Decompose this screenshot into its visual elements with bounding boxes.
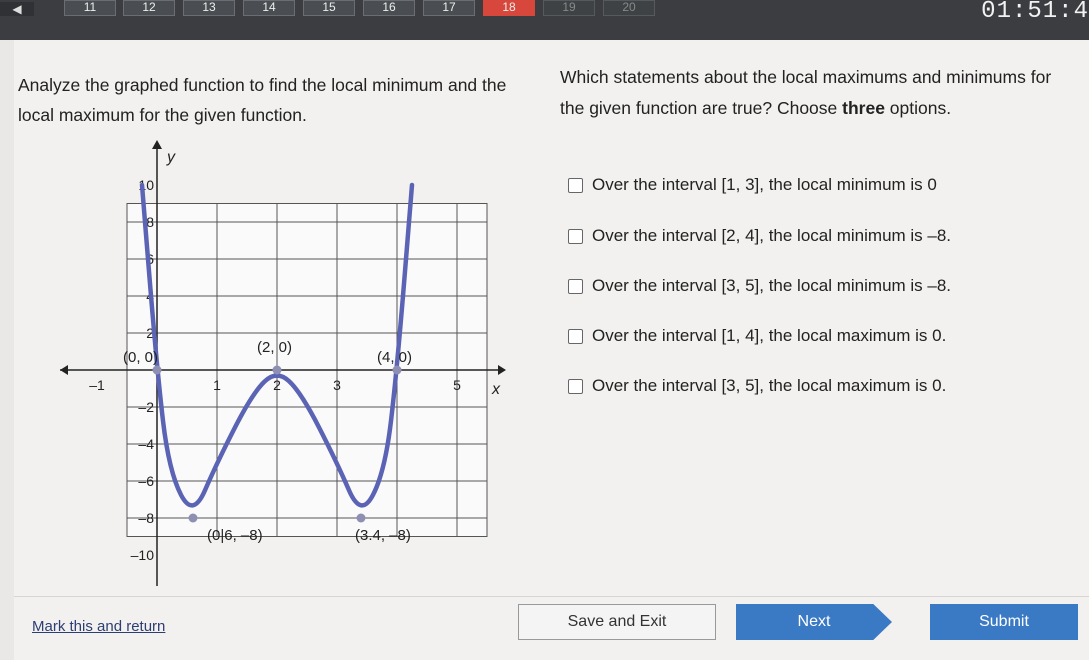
question-19-tab[interactable]: 19 bbox=[543, 0, 595, 16]
checkbox-icon[interactable] bbox=[568, 278, 583, 294]
question-15-tab[interactable]: 15 bbox=[303, 0, 355, 16]
x-tick-label: 3 bbox=[333, 377, 341, 393]
question-14-tab[interactable]: 14 bbox=[243, 0, 295, 16]
y-tick-label: –6 bbox=[138, 473, 154, 489]
x-tick-label: 1 bbox=[213, 377, 221, 393]
x-axis-right-arrow-icon bbox=[498, 365, 506, 375]
question-17-tab[interactable]: 17 bbox=[423, 0, 475, 16]
x-axis-left-arrow-icon bbox=[60, 365, 68, 375]
left-prompt: Analyze the graphed function to find the… bbox=[18, 75, 507, 125]
mark-and-return-link[interactable]: Mark this and return bbox=[32, 618, 165, 635]
option-2[interactable]: Over the interval [2, 4], the local mini… bbox=[568, 226, 951, 246]
option-5-label: Over the interval [3, 5], the local maxi… bbox=[592, 376, 947, 395]
checkbox-icon[interactable] bbox=[568, 177, 583, 193]
right-prompt-text: Which statements about the local maximum… bbox=[560, 67, 1052, 118]
function-graph: –1 1 2 3 5108642–2–4–6–8–10 (0, 0)(2, 0)(4, … bbox=[60, 140, 506, 586]
question-13-tab[interactable]: 13 bbox=[183, 0, 235, 16]
question-11-tab[interactable]: 11 bbox=[64, 0, 116, 16]
question-12-tab[interactable]: 12 bbox=[123, 0, 175, 16]
submit-button[interactable]: Submit bbox=[930, 604, 1078, 640]
y-tick-label: –2 bbox=[138, 399, 154, 415]
timer: 01:51:4 bbox=[981, 0, 1089, 25]
y-tick-label: –10 bbox=[131, 547, 155, 563]
y-axis-label: y bbox=[166, 149, 176, 166]
option-3-label: Over the interval [3, 5], the local mini… bbox=[592, 276, 952, 295]
point-label: (0, 0) bbox=[123, 349, 158, 366]
point-label: (4, 0) bbox=[377, 349, 412, 366]
save-and-exit-button[interactable]: Save and Exit bbox=[518, 604, 716, 640]
point-label: (2, 0) bbox=[257, 339, 292, 356]
checkbox-icon[interactable] bbox=[568, 228, 583, 244]
key-point-marker bbox=[356, 513, 366, 523]
key-point-marker bbox=[392, 365, 402, 375]
question-18-tab[interactable]: 18 bbox=[483, 0, 535, 16]
y-tick-label: –4 bbox=[138, 436, 154, 452]
x-axis-label: x bbox=[491, 381, 501, 398]
y-tick-label: –8 bbox=[138, 510, 154, 526]
key-point-marker bbox=[272, 365, 282, 375]
x-tick-label: –1 bbox=[89, 377, 105, 393]
option-1[interactable]: Over the interval [1, 3], the local mini… bbox=[568, 175, 937, 195]
previous-arrow-glyph: ◀ bbox=[12, 2, 22, 16]
key-point-marker bbox=[188, 513, 198, 523]
next-button[interactable]: Next bbox=[736, 604, 892, 640]
right-prompt: Which statements about the local maximum… bbox=[560, 62, 1060, 124]
point-label: (0|6, –8) bbox=[207, 527, 263, 544]
checkbox-icon[interactable] bbox=[568, 378, 583, 394]
y-axis-up-arrow-icon bbox=[152, 140, 162, 149]
x-tick-label: 2 bbox=[273, 377, 281, 393]
question-20-tab[interactable]: 20 bbox=[603, 0, 655, 16]
footer-divider bbox=[14, 596, 1089, 597]
point-label: (3.4, –8) bbox=[355, 527, 411, 544]
option-2-label: Over the interval [2, 4], the local mini… bbox=[592, 226, 952, 245]
x-tick-label: 5 bbox=[453, 377, 461, 393]
key-point-marker bbox=[152, 365, 162, 375]
checkbox-icon[interactable] bbox=[568, 328, 583, 344]
option-3[interactable]: Over the interval [3, 5], the local mini… bbox=[568, 276, 951, 296]
option-5[interactable]: Over the interval [3, 5], the local maxi… bbox=[568, 376, 946, 396]
right-prompt-bold: three bbox=[842, 98, 885, 118]
option-4[interactable]: Over the interval [1, 4], the local maxi… bbox=[568, 326, 946, 346]
top-navigation-bar: ◀ 11 12 13 14 15 16 17 18 19 20 01:51:4 bbox=[0, 0, 1089, 40]
right-prompt-end: options. bbox=[884, 98, 952, 118]
option-1-label: Over the interval [1, 3], the local mini… bbox=[592, 175, 937, 194]
option-4-label: Over the interval [1, 4], the local maxi… bbox=[592, 326, 947, 345]
question-16-tab[interactable]: 16 bbox=[363, 0, 415, 16]
previous-arrow-icon[interactable]: ◀ bbox=[0, 2, 34, 16]
